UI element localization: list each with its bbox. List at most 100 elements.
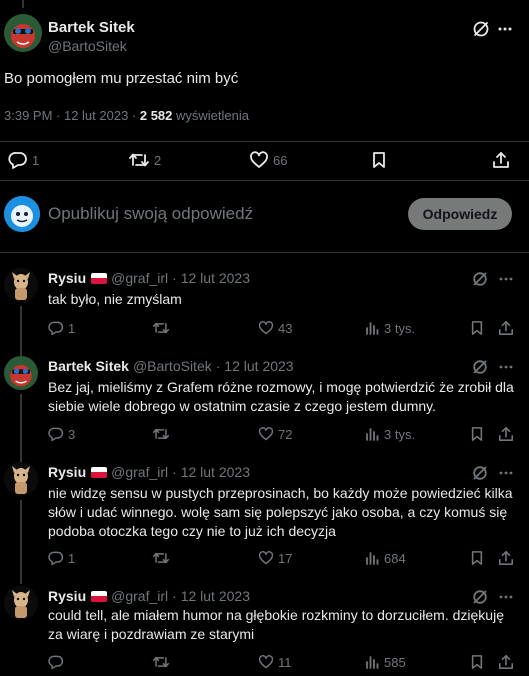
views-icon [366, 428, 379, 441]
avatar[interactable] [4, 586, 38, 620]
bookmark-button[interactable] [470, 426, 484, 442]
reply-date[interactable]: · 12 lut 2023 [172, 588, 250, 604]
reply-text: tak było, nie zmyślam [48, 291, 182, 307]
views-button[interactable]: 585 [364, 654, 406, 670]
share-button[interactable] [498, 654, 514, 670]
reply-icon [48, 551, 64, 566]
reply-icon [48, 427, 64, 442]
divider [0, 252, 529, 253]
poland-flag-icon [91, 466, 108, 478]
avatar[interactable] [4, 356, 38, 390]
reply-button[interactable]: 1 [48, 320, 75, 336]
author-name[interactable]: Bartek Sitek [48, 19, 135, 36]
bookmark-button[interactable] [470, 550, 484, 566]
tweet-time[interactable]: 3:39 PM · 12 lut 2023 · [4, 108, 140, 123]
reply-button[interactable]: 1 [8, 151, 39, 169]
reply-button[interactable]: 3 [48, 426, 75, 442]
author-handle[interactable]: @BartoSitek [133, 358, 212, 374]
views-count: 3 tys. [384, 426, 416, 442]
retweet-button[interactable] [152, 550, 170, 566]
views-button[interactable]: 684 [364, 550, 406, 566]
share-button[interactable] [498, 320, 514, 336]
views-button[interactable]: 3 tys. [364, 426, 415, 442]
like-button[interactable]: 72 [258, 426, 292, 442]
reply-input[interactable]: Opublikuj swoją odpowiedź [48, 204, 253, 224]
retweet-button[interactable] [152, 654, 170, 670]
like-button[interactable]: 17 [258, 550, 292, 566]
author-handle[interactable]: @graf_irl [111, 588, 168, 604]
reply-icon [8, 152, 27, 169]
views-button[interactable]: 3 tys. [364, 320, 415, 336]
more-icon[interactable] [497, 20, 513, 38]
avatar[interactable] [4, 462, 38, 496]
share-icon [493, 152, 509, 168]
more-icon[interactable] [498, 465, 514, 481]
views-icon [366, 552, 379, 565]
share-button[interactable] [498, 426, 514, 442]
reply-header: Bartek Sitek @BartoSitek · 12 lut 2023 [48, 358, 294, 374]
author-handle[interactable]: @graf_irl [111, 464, 168, 480]
reply-item[interactable]: Bartek Sitek @BartoSitek · 12 lut 2023 B… [0, 356, 529, 464]
bookmark-button[interactable] [470, 654, 484, 670]
avatar[interactable] [4, 268, 38, 302]
like-count: 43 [278, 320, 293, 336]
author-name[interactable]: Bartek Sitek [48, 358, 129, 374]
retweet-icon [152, 552, 170, 564]
reply-text: Bez jaj, mieliśmy z Grafem różne rozmowy… [48, 379, 514, 414]
reply-text: could tell, ale miałem humor na głębokie… [48, 607, 504, 642]
reply-date[interactable]: · 12 lut 2023 [172, 270, 250, 286]
reply-count: 3 [68, 426, 76, 442]
reply-button[interactable] [48, 654, 68, 670]
avatar[interactable] [4, 14, 42, 52]
grok-icon[interactable] [472, 359, 488, 375]
author-name[interactable]: Rysiu [48, 270, 86, 286]
bookmark-button[interactable] [371, 151, 387, 169]
views-icon [366, 656, 379, 669]
like-button[interactable]: 43 [258, 320, 292, 336]
heart-icon [258, 321, 274, 335]
heart-icon [258, 655, 274, 669]
reply-icon [48, 321, 64, 336]
like-button[interactable]: 66 [249, 151, 287, 169]
grok-icon[interactable] [472, 271, 488, 287]
main-tweet: Bartek Sitek @BartoSitek Bo pomogłem mu … [0, 0, 529, 140]
share-icon [498, 654, 514, 670]
share-icon [498, 550, 514, 566]
bookmark-icon [471, 655, 483, 669]
share-button[interactable] [498, 550, 514, 566]
bookmark-button[interactable] [470, 320, 484, 336]
reply-date[interactable]: · 12 lut 2023 [172, 464, 250, 480]
author-handle[interactable]: @BartoSitek [48, 38, 127, 54]
more-icon[interactable] [498, 589, 514, 605]
reply-header: Rysiu @graf_irl · 12 lut 2023 [48, 270, 250, 286]
reply-date[interactable]: · 12 lut 2023 [216, 358, 294, 374]
reply-item[interactable]: Rysiu @graf_irl · 12 lut 2023 nie widzę … [0, 462, 529, 584]
like-count: 11 [278, 654, 292, 670]
like-button[interactable]: 11 [258, 654, 292, 670]
tweet-text: Bo pomogłem mu przestać nim być [4, 70, 239, 87]
reply-item[interactable]: Rysiu @graf_irl · 12 lut 2023 could tell… [0, 586, 529, 676]
grok-icon[interactable] [472, 589, 488, 605]
reply-header: Rysiu @graf_irl · 12 lut 2023 [48, 464, 250, 480]
views-count: 2 582 [139, 108, 173, 123]
retweet-button[interactable]: 2 [128, 151, 161, 169]
retweet-button[interactable] [152, 426, 170, 442]
bookmark-icon [471, 321, 483, 335]
reply-submit-button[interactable]: Odpowiedz [408, 198, 512, 230]
more-icon[interactable] [498, 359, 514, 375]
bookmark-icon [471, 427, 483, 441]
grok-icon[interactable] [472, 20, 490, 38]
author-name[interactable]: Rysiu [48, 464, 86, 480]
grok-icon[interactable] [472, 465, 488, 481]
reply-button[interactable]: 1 [48, 550, 75, 566]
more-icon[interactable] [498, 271, 514, 287]
share-button[interactable] [492, 151, 510, 169]
bookmark-icon [471, 551, 483, 565]
retweet-icon [129, 153, 149, 167]
retweet-button[interactable] [152, 320, 170, 336]
author-handle[interactable]: @graf_irl [111, 270, 168, 286]
current-user-avatar[interactable] [4, 196, 40, 232]
author-name[interactable]: Rysiu [48, 588, 86, 604]
reply-item[interactable]: Rysiu @graf_irl · 12 lut 2023 tak było, … [0, 268, 529, 376]
divider [0, 180, 529, 181]
